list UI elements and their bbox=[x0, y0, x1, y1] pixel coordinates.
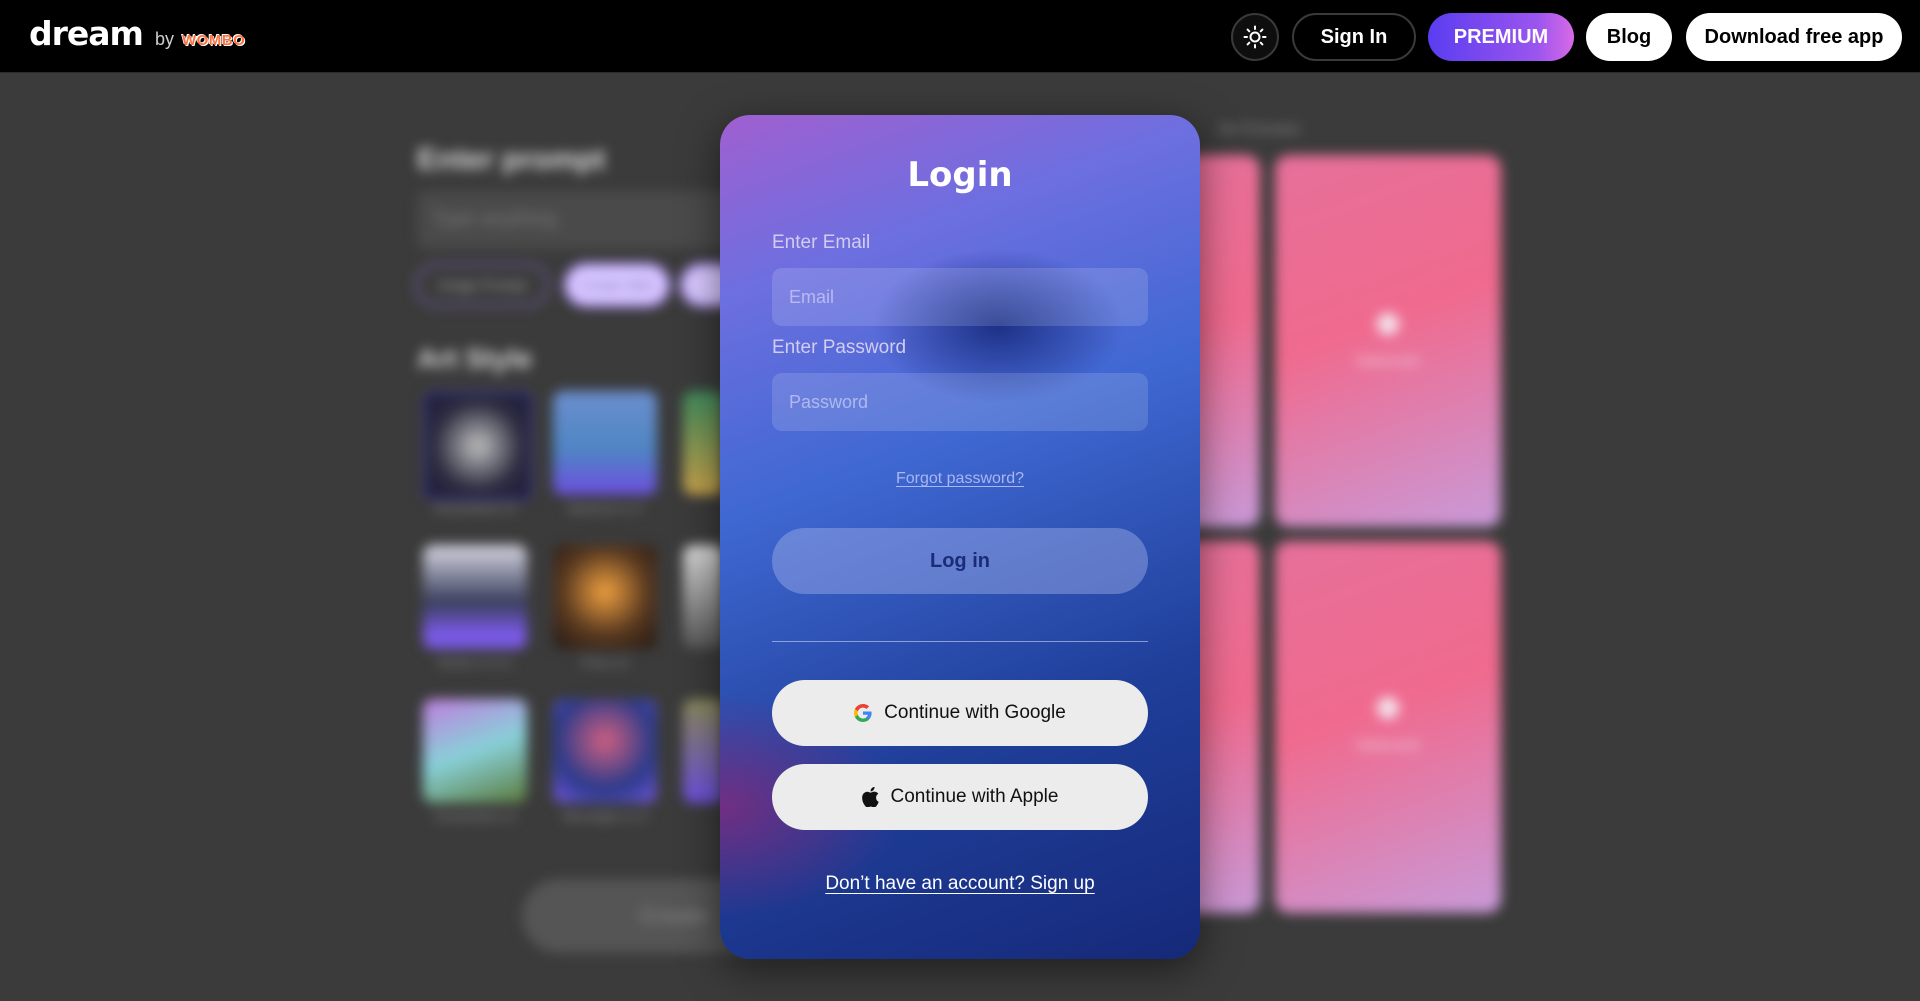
logo-dream-text: dream bbox=[29, 14, 144, 53]
forgot-password-link[interactable]: Forgot password? bbox=[896, 470, 1024, 487]
sign-up-link[interactable]: Don’t have an account? Sign up bbox=[825, 873, 1094, 894]
preview-card-icon bbox=[1377, 313, 1399, 335]
prompt-placeholder: Type anything bbox=[432, 208, 557, 230]
premium-button[interactable]: PREMIUM bbox=[1428, 13, 1574, 61]
continue-with-google-button[interactable]: Continue with Google bbox=[772, 680, 1148, 746]
art-style-title: Art Style bbox=[417, 343, 533, 374]
style-thumbnail bbox=[553, 391, 657, 495]
log-in-button[interactable]: Log in bbox=[772, 528, 1148, 594]
google-icon bbox=[854, 704, 872, 722]
style-label: Flora v2 bbox=[581, 655, 629, 670]
dream-logo[interactable]: dream by WOMBO bbox=[29, 14, 245, 53]
image-prompt-chip: Image Prompt bbox=[415, 263, 550, 307]
logo-wombo-text: WOMBO bbox=[181, 32, 246, 49]
apple-button-label: Continue with Apple bbox=[890, 786, 1059, 807]
style-label: Dreamland v3 bbox=[434, 809, 516, 824]
google-button-label: Continue with Google bbox=[884, 702, 1066, 723]
create-with-chip: Create With bbox=[564, 263, 670, 307]
email-field[interactable] bbox=[772, 268, 1148, 326]
apple-icon bbox=[861, 787, 879, 807]
forgot-password-row: Forgot password? bbox=[720, 470, 1200, 488]
prompt-title: Enter prompt bbox=[417, 143, 606, 176]
style-thumbnail bbox=[683, 699, 723, 803]
style-thumbnail bbox=[423, 699, 527, 803]
style-thumbnail bbox=[553, 545, 657, 649]
style-label: Dreamland v3 bbox=[434, 501, 516, 516]
preview-card-icon bbox=[1377, 697, 1399, 719]
style-label: Anime v1.3.1 bbox=[437, 655, 513, 670]
style-thumbnail bbox=[423, 545, 527, 649]
sign-in-button[interactable]: Sign In bbox=[1292, 13, 1416, 61]
style-label: Mystical v1.3 bbox=[567, 501, 643, 516]
preview-card bbox=[1275, 541, 1501, 913]
preview-card bbox=[1275, 155, 1501, 527]
sun-icon bbox=[1243, 25, 1267, 49]
password-label: Enter Password bbox=[772, 337, 907, 358]
style-thumbnail bbox=[683, 545, 723, 649]
create-label: Create bbox=[640, 903, 709, 928]
style-thumbnail bbox=[683, 391, 723, 495]
logo-by-text: by bbox=[154, 29, 174, 49]
style-thumbnail bbox=[423, 391, 533, 501]
preview-card-badge: Watermark bbox=[1356, 353, 1420, 368]
blog-button[interactable]: Blog bbox=[1586, 13, 1672, 61]
email-label: Enter Email bbox=[772, 232, 871, 253]
preview-card-badge: Watermark bbox=[1356, 737, 1420, 752]
continue-with-apple-button[interactable]: Continue with Apple bbox=[772, 764, 1148, 830]
sign-up-row: Don’t have an account? Sign up bbox=[720, 873, 1200, 895]
login-modal: Login Enter Email Enter Password Forgot … bbox=[720, 115, 1200, 959]
style-label: Moonlight v1.3 bbox=[562, 809, 648, 824]
login-title: Login bbox=[907, 155, 1013, 195]
theme-toggle-button[interactable] bbox=[1231, 13, 1279, 61]
password-field[interactable] bbox=[772, 373, 1148, 431]
top-navigation-bar: dream by WOMBO Sign In PREMIUM Blog Down… bbox=[0, 0, 1920, 73]
art-preview-title: Art Preview bbox=[1218, 121, 1300, 138]
download-app-button[interactable]: Download free app bbox=[1686, 13, 1902, 61]
divider bbox=[772, 641, 1148, 642]
style-thumbnail bbox=[553, 699, 657, 803]
